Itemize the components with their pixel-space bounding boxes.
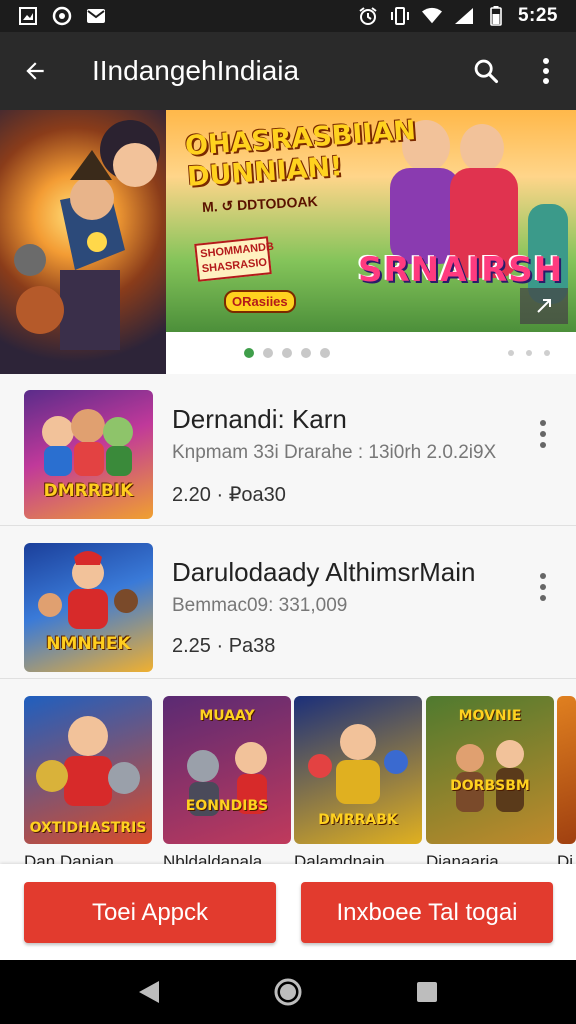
wifi-icon xyxy=(421,6,442,26)
gallery-icon xyxy=(18,6,38,26)
app-meta: Knpmam 33i Drarahe : 13i0rh 2.0.2i9X xyxy=(172,442,497,463)
carousel-card[interactable]: DMRRABK xyxy=(294,696,422,844)
status-right: 5:25 xyxy=(358,5,558,27)
app-thumbnail-label: NMNHEK xyxy=(46,634,131,654)
primary-action-button[interactable]: Toei Appck xyxy=(24,882,276,943)
page-dot-3[interactable] xyxy=(282,348,292,358)
more-vert-icon xyxy=(543,58,549,84)
carousel-card-label: DMRRABK xyxy=(318,812,398,828)
app-more-button[interactable] xyxy=(528,414,558,454)
expand-icon xyxy=(537,299,551,313)
featured-banner[interactable]: OHASRASBIIAN DUNNIAN! M. ↺ DDTODOAK SHOM… xyxy=(0,110,576,374)
page-dot-5[interactable] xyxy=(320,348,330,358)
status-time: 5:25 xyxy=(517,5,558,26)
app-list: DMRRBIK Dernandi: Karn Knpmam 33i Drarah… xyxy=(0,374,576,871)
circle-app-icon xyxy=(52,6,72,26)
page-dot-4[interactable] xyxy=(301,348,311,358)
nav-recents-button[interactable] xyxy=(403,968,451,1016)
app-thumbnail[interactable]: NMNHEK xyxy=(24,543,153,672)
nav-back-icon xyxy=(139,981,160,1003)
carousel-card-label: EONNDIBS xyxy=(185,798,269,814)
app-name[interactable]: Darulodaady AlthimsrMain xyxy=(172,557,475,588)
nav-home-button[interactable] xyxy=(264,968,312,1016)
carousel-card-banner: MOVNIE xyxy=(458,708,522,724)
alarm-icon xyxy=(358,6,378,26)
carousel-card-banner: MUAAY xyxy=(199,708,255,724)
carousel-card-label: OXTIDHASTRIS xyxy=(29,820,147,836)
banner-headline: OHASRASBIIAN DUNNIAN! xyxy=(184,114,417,193)
page-dot-extra-3 xyxy=(544,350,550,356)
banner-character-2 xyxy=(460,124,504,172)
page-dots-extra xyxy=(508,350,550,356)
more-vert-icon xyxy=(540,420,546,448)
banner-brand: SRNAIRSH xyxy=(358,250,564,290)
page-title: IIndangehIndiaia xyxy=(92,55,300,86)
carousel-card[interactable] xyxy=(557,696,576,844)
status-bar: 5:25 xyxy=(0,0,576,32)
app-bar: IIndangehIndiaia xyxy=(0,32,576,110)
app-thumbnail-label: DMRRBIK xyxy=(43,481,134,501)
battery-icon xyxy=(486,6,506,26)
list-item[interactable]: DMRRBIK Dernandi: Karn Knpmam 33i Drarah… xyxy=(0,374,576,526)
search-button[interactable] xyxy=(456,32,516,110)
banner-tag: SHOMMANDB SHASRASIO xyxy=(194,236,275,282)
page-dot-1[interactable] xyxy=(244,348,254,358)
app-price: 2.25 · Pa38 xyxy=(172,635,276,657)
mail-icon xyxy=(86,6,106,26)
banner-expand-button[interactable] xyxy=(520,288,568,324)
search-icon xyxy=(474,59,499,84)
page-dot-extra-1 xyxy=(508,350,514,356)
page-dot-2[interactable] xyxy=(263,348,273,358)
app-meta: Bemmac09: 331,009 xyxy=(172,595,348,616)
carousel-card[interactable]: OXTIDHASTRIS xyxy=(24,696,152,844)
arrow-back-icon xyxy=(26,62,44,80)
action-button-bar: Toei Appck Inxboee Tal togai xyxy=(0,864,576,960)
system-nav-bar xyxy=(0,960,576,1024)
banner-badge: ORasiies xyxy=(224,290,296,313)
app-name[interactable]: Dernandi: Karn xyxy=(172,404,347,435)
back-button[interactable] xyxy=(0,32,70,110)
app-price: 2.20 · ₽oa30 xyxy=(172,484,286,506)
page-dots-main xyxy=(244,348,330,358)
app-thumbnail[interactable]: DMRRBIK xyxy=(24,390,153,519)
banner-hero-image[interactable] xyxy=(0,110,166,374)
vibrate-icon xyxy=(390,6,410,26)
app-screen: 5:25 IIndangehIndiaia OHASRASBIIAN DUNNI… xyxy=(0,0,576,1024)
app-more-button[interactable] xyxy=(528,567,558,607)
carousel-card[interactable]: MUAAY EONNDIBS xyxy=(163,696,291,844)
carousel-card[interactable]: MOVNIE DORBSBM xyxy=(426,696,554,844)
nav-back-button[interactable] xyxy=(125,968,173,1016)
page-dot-extra-2 xyxy=(526,350,532,356)
overflow-menu-button[interactable] xyxy=(516,32,576,110)
more-vert-icon xyxy=(540,573,546,601)
banner-page-indicator xyxy=(166,332,576,374)
carousel-card-label: DORBSBM xyxy=(450,778,530,794)
signal-icon xyxy=(454,6,474,26)
list-item[interactable]: NMNHEK Darulodaady AlthimsrMain Bemmac09… xyxy=(0,527,576,679)
secondary-action-button[interactable]: Inxboee Tal togai xyxy=(301,882,553,943)
banner-promo-image[interactable]: OHASRASBIIAN DUNNIAN! M. ↺ DDTODOAK SHOM… xyxy=(166,110,576,332)
status-left xyxy=(18,6,106,26)
nav-home-icon xyxy=(274,978,302,1006)
nav-recents-icon xyxy=(416,982,437,1002)
banner-subheadline: M. ↺ DDTODOAK xyxy=(201,192,319,216)
hero-character-art xyxy=(14,120,160,350)
app-carousel[interactable]: OXTIDHASTRIS MUAAY EONNDIBS DMRRABK MOVN… xyxy=(0,692,576,871)
